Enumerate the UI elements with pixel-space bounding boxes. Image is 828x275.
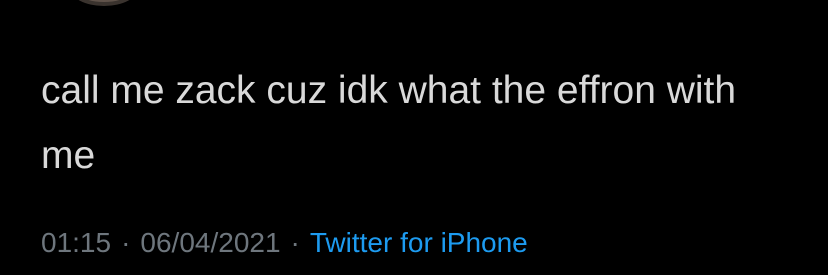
metadata-separator: · [290,227,300,258]
tweet-metadata: 01:15 · 06/04/2021 · Twitter for iPhone [41,223,528,263]
avatar[interactable] [70,0,138,6]
tweet-source-link[interactable]: Twitter for iPhone [310,223,528,263]
metadata-separator: · [121,227,131,258]
tweet-text: call me zack cuz idk what the effron wit… [41,69,737,177]
tweet-date: 06/04/2021 [140,227,281,258]
tweet-time: 01:15 [41,227,112,258]
